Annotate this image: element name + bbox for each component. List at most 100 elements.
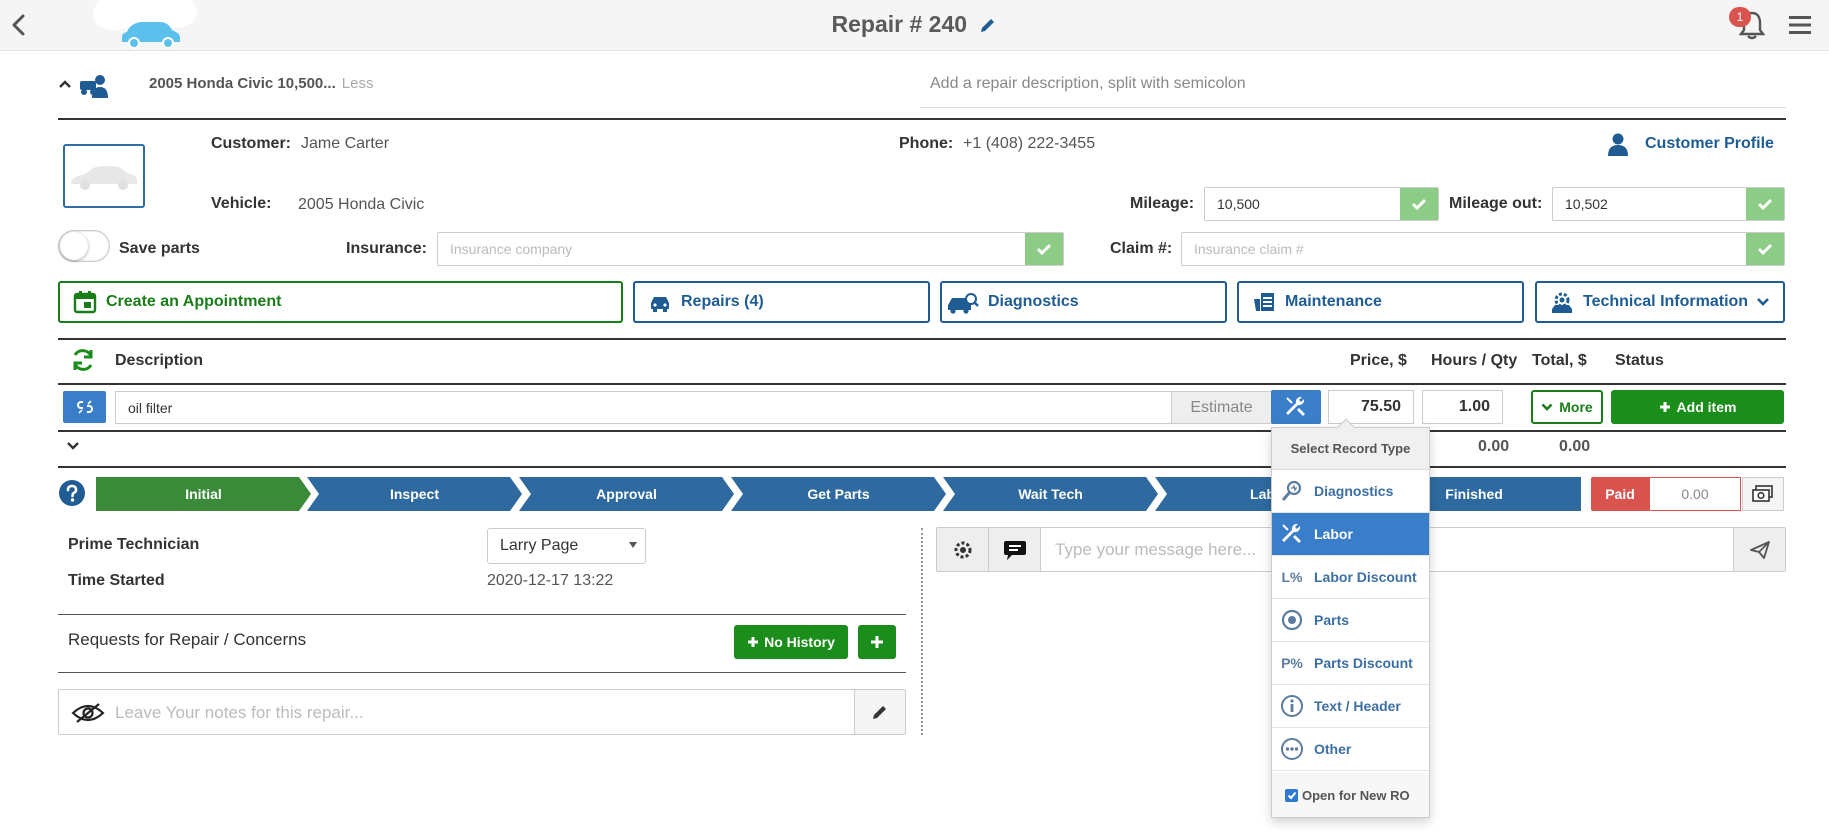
qty-input[interactable]: 1.00 [1422,390,1503,424]
gear-icon [954,541,971,558]
repairs-label: Repairs (4) [681,293,764,310]
chevron-down-icon[interactable] [66,440,80,452]
mileage-confirm-button[interactable] [1400,188,1438,220]
record-type-diagnostics[interactable]: Diagnostics [1272,470,1429,513]
chevron-up-icon[interactable] [58,78,72,90]
refresh-icon[interactable] [70,347,96,373]
paid-amount-input[interactable]: 0.00 [1649,477,1741,511]
claim-field[interactable] [1181,232,1785,266]
step-inspect[interactable]: Inspect [307,477,522,511]
info-icon [1280,694,1304,718]
mileage-out-field[interactable] [1552,187,1785,221]
mileage-out-input[interactable] [1553,188,1743,220]
phone-number: +1 (408) 222-3455 [963,135,1096,152]
estimate-label: Estimate [1172,391,1272,424]
claim-input[interactable] [1182,233,1742,265]
prime-technician-select[interactable]: Larry Page [487,528,646,564]
add-item-label: Add item [1676,399,1737,415]
vehicle-image[interactable] [63,144,145,208]
notes-field[interactable]: Leave Your notes for this repair... [58,689,906,735]
column-header-hours-qty: Hours / Qty [1431,352,1518,369]
mileage-out-confirm-button[interactable] [1746,188,1784,220]
record-type-labor[interactable]: Labor [1272,513,1429,556]
column-header-status: Status [1615,352,1664,369]
diagnostics-label: Diagnostics [988,293,1079,310]
mileage-field[interactable] [1204,187,1439,221]
diagnostics-button[interactable]: Diagnostics [940,281,1227,323]
paid-button[interactable]: Paid [1591,477,1649,511]
step-wait-tech[interactable]: Wait Tech [943,477,1158,511]
record-type-label: Text / Header [1314,698,1401,714]
record-type-parts-discount[interactable]: P% Parts Discount [1272,642,1429,685]
record-type-labor-discount[interactable]: L% Labor Discount [1272,556,1429,599]
mileage-label: Mileage: [1130,195,1195,212]
repair-description-input[interactable]: Add a repair description, split with sem… [920,63,1786,108]
wrench-icon [1280,522,1304,546]
more-label: More [1559,399,1593,415]
check-icon [1411,198,1427,211]
record-type-parts[interactable]: Parts [1272,599,1429,642]
parts-icon [1280,608,1304,632]
checkbox-checked-icon[interactable] [1285,788,1298,802]
edit-pencil-icon[interactable] [979,16,997,34]
no-history-button[interactable]: No History [734,625,848,659]
unlink-button[interactable] [63,391,106,423]
record-type-label: Labor Discount [1314,569,1417,585]
item-description-field[interactable] [115,391,1172,424]
question-circle-icon[interactable] [58,479,86,507]
payment-button[interactable] [1742,477,1784,511]
more-button[interactable]: More [1531,390,1603,424]
column-header-price: Price, $ [1350,352,1407,369]
add-item-button[interactable]: Add item [1611,390,1784,424]
broken-link-icon [76,400,93,414]
mileage-input[interactable] [1205,188,1395,220]
save-parts-toggle[interactable] [58,230,110,262]
column-header-total: Total, $ [1532,352,1587,369]
paper-plane-icon [1749,540,1770,559]
table-divider [58,383,1786,385]
record-type-button[interactable] [1271,390,1321,424]
record-type-label: Parts [1314,612,1350,628]
step-initial[interactable]: Initial [96,477,311,511]
chat-settings-button[interactable] [937,528,989,571]
maintenance-label: Maintenance [1285,293,1382,310]
open-for-new-ro-option[interactable]: Open for New RO [1272,773,1429,817]
user-icon [1608,133,1628,156]
car-customer-icon [80,75,108,98]
diagnostics-icon [1280,479,1304,503]
table-divider [58,338,1786,340]
step-approval[interactable]: Approval [519,477,734,511]
prime-technician-value: Larry Page [500,537,579,554]
record-type-dropdown: Select Record Type Diagnostics Labor L% … [1271,418,1430,818]
repairs-button[interactable]: Repairs (4) [633,281,930,323]
step-get-parts[interactable]: Get Parts [731,477,946,511]
toggle-knob [60,232,88,260]
chat-message-button[interactable] [989,528,1041,571]
item-description-input[interactable] [116,392,1116,423]
add-request-button[interactable] [858,625,896,659]
dropdown-title: Select Record Type [1272,428,1429,470]
record-type-label: Other [1314,741,1352,757]
record-type-text-header[interactable]: Text / Header [1272,685,1429,728]
maintenance-button[interactable]: Maintenance [1237,281,1524,323]
chevron-down-icon [1757,298,1769,306]
technical-information-button[interactable]: Technical Information [1535,281,1785,323]
claim-confirm-button[interactable] [1746,233,1784,265]
hamburger-menu-icon[interactable] [1788,14,1812,36]
insurance-input[interactable] [438,233,1018,265]
money-icon [1752,485,1773,502]
send-message-button[interactable] [1733,528,1785,571]
customer-label: Customer: [211,135,292,152]
record-type-other[interactable]: Other [1272,728,1429,771]
parts-discount-icon: P% [1281,655,1303,671]
subtotal-value: 0.00 [1478,438,1510,455]
notes-placeholder: Leave Your notes for this repair... [115,703,364,722]
insurance-confirm-button[interactable] [1025,233,1063,265]
edit-notes-button[interactable] [854,690,905,734]
insurance-field[interactable] [437,232,1064,266]
open-for-new-ro-label: Open for New RO [1302,787,1410,803]
price-input[interactable]: 75.50 [1328,390,1414,424]
vehicle-summary-text: 2005 Honda Civic 10,500... [149,75,336,92]
create-appointment-button[interactable]: Create an Appointment [58,281,623,323]
less-link[interactable]: Less [342,75,374,92]
